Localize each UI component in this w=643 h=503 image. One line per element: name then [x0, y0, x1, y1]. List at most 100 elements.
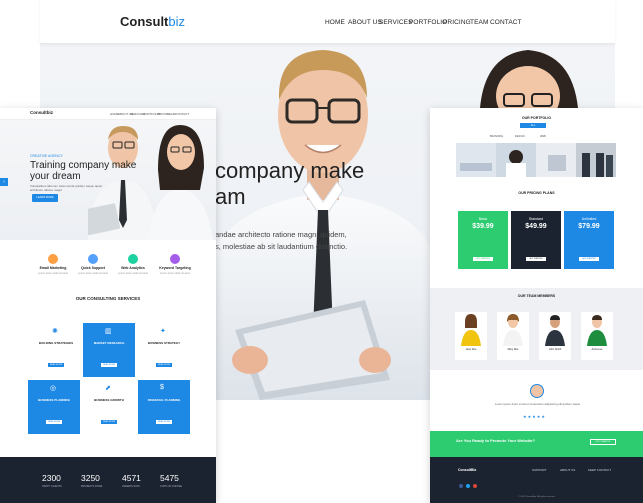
service-card: ⬈ BUSINESS GROWTH READ MORE — [83, 380, 135, 434]
hero-title-line-1: company make — [215, 158, 365, 183]
plan-name: Unlimited — [581, 217, 597, 221]
service-button[interactable]: READ MORE — [46, 420, 62, 424]
email-marketing-icon — [48, 254, 58, 264]
stat-label: PROJECTS DONE — [81, 485, 103, 488]
left-preview-logo: Consultbiz — [30, 110, 53, 115]
plan-price: $39.99 — [472, 223, 494, 230]
service-label: BUSINESS PLANNING — [38, 398, 70, 402]
stat-value: 2300 — [42, 473, 61, 483]
left-preview-prev-arrow[interactable]: ‹ — [0, 178, 8, 186]
left-title-line-1: Training company make — [30, 160, 137, 171]
stat-value: 5475 — [160, 473, 179, 483]
nav-pricing[interactable]: PRICING — [443, 19, 471, 26]
footer-col-about: ABOUT US — [560, 468, 576, 472]
footer-col-support: SUPPORT — [532, 468, 547, 472]
stat-label: HAPPY CLIENTS — [42, 485, 62, 488]
hero-subtitle-line-2: s, molestiae ab sit laudantium distincti… — [215, 242, 348, 251]
stat-label: AWARDS WON — [122, 485, 140, 488]
nav-contact[interactable]: CONTACT — [490, 19, 522, 26]
pricing-title: OUR PRICING PLANS — [518, 191, 555, 195]
portfolio-title: OUR PORTFOLIO — [521, 116, 552, 120]
service-card: ◎ BUSINESS PLANNING READ MORE — [28, 380, 80, 434]
portfolio-tab-design[interactable]: DESIGN — [515, 135, 525, 138]
stat-value: 3250 — [81, 473, 100, 483]
service-button[interactable]: READ MORE — [101, 420, 117, 424]
plan-price: $49.99 — [525, 223, 547, 230]
testimonial-avatar — [530, 384, 544, 398]
service-button[interactable]: READ MORE — [156, 420, 172, 424]
team-member-photo — [461, 314, 481, 346]
service-label: FINANCIAL PLANNING — [147, 398, 181, 402]
hero-title-line-2: am — [215, 184, 246, 209]
team-member-name: Mary Roe — [507, 348, 519, 351]
nav-portfolio[interactable]: PORTFOLIO — [409, 19, 447, 26]
left-preview-hero-button[interactable]: LEARN MORE — [32, 194, 58, 202]
logo-text: Consult — [120, 14, 169, 29]
nav-team[interactable]: TEAM — [470, 19, 488, 26]
portfolio-gallery — [456, 143, 616, 177]
service-card: ✦ BUSINESS STRATEGY READ MORE — [138, 323, 190, 377]
team-member-photo — [587, 315, 607, 346]
hero-person-image — [215, 50, 430, 400]
nav-about[interactable]: ABOUT US — [348, 19, 382, 26]
lightbulb-icon: ✺ — [52, 328, 58, 335]
plan-price: $79.99 — [578, 223, 600, 230]
team-card: Jane Doe — [455, 312, 487, 360]
money-icon: $ — [160, 384, 164, 391]
service-label: BUSINESS GROWTH — [94, 398, 124, 402]
hero-subtitle-line-1: andae architecto ratione magni quidem, — [215, 230, 347, 239]
plan-button[interactable]: GET STARTED — [579, 257, 599, 261]
google-plus-icon[interactable] — [473, 484, 477, 488]
pricing-card-unlimited: Unlimited $79.99 GET STARTED — [564, 211, 614, 269]
hero-title: company make am — [215, 158, 364, 210]
hero-woman-image — [480, 50, 578, 108]
team-card: John Smith — [539, 312, 571, 360]
team-member-photo — [503, 314, 523, 346]
team-card: Mary Roe — [497, 312, 529, 360]
plan-name: Standard — [528, 217, 544, 221]
plan-button[interactable]: GET STARTED — [473, 257, 493, 261]
service-card: ▥ MARKET RESEARCH READ MORE — [83, 323, 135, 377]
footer-col-contact: KEEP CONTACT — [588, 468, 612, 472]
service-button[interactable]: READ MORE — [156, 363, 172, 367]
web-analytics-icon — [128, 254, 138, 264]
quick-support-icon — [88, 254, 98, 264]
target-icon: ◎ — [50, 385, 57, 392]
cta-text: Are You Ready to Promote Your Website? — [456, 438, 535, 443]
portfolio-tab-web[interactable]: WEB — [540, 135, 546, 138]
twitter-icon[interactable] — [466, 484, 470, 488]
service-button[interactable]: READ MORE — [101, 363, 117, 367]
cta-button[interactable]: GET STARTED — [590, 439, 616, 445]
left-title-line-2: your dream — [30, 171, 81, 182]
feature-label: Keyword Targeting — [159, 266, 191, 270]
left-preview-hero-desc: Voluptatibus laborum assumenda quidem sa… — [30, 184, 103, 192]
plan-button[interactable]: GET STARTED — [526, 257, 546, 261]
services-section-title: OUR CONSULTING SERVICES — [75, 296, 141, 301]
service-card: $ FINANCIAL PLANNING READ MORE — [138, 380, 190, 434]
main-logo[interactable]: Consultbiz — [120, 14, 185, 29]
logo-accent: biz — [168, 14, 186, 29]
service-label: BUSINESS STRATEGY — [147, 341, 181, 345]
service-button[interactable]: READ MORE — [48, 363, 64, 367]
facebook-icon[interactable] — [459, 484, 463, 488]
testimonial-stars: ★★★★★ — [523, 414, 546, 419]
service-card: ✺ BUILDING STRATEGIES READ MORE — [30, 323, 82, 377]
nav-home[interactable]: HOME — [325, 19, 345, 26]
copyright-text: © 2018 Consultbiz. All rights reserved — [518, 496, 555, 498]
team-member-name: John Smith — [548, 348, 562, 351]
portfolio-tab-all[interactable]: ALL — [520, 123, 546, 128]
left-preview-hero-label: CREATIVE AGENCY — [30, 154, 63, 158]
plan-name: Basic — [478, 217, 488, 221]
left-preview-hero-title: Training company make your dream — [30, 160, 140, 182]
nav-services[interactable]: SERVICES — [379, 19, 413, 26]
pricing-card-basic: Basic $39.99 GET STARTED — [458, 211, 508, 269]
feature-desc: Lorem ipsum dolor sit amet — [159, 272, 191, 275]
team-member-name: Anna Lee — [591, 348, 603, 351]
service-label: MARKET RESEARCH — [93, 341, 125, 345]
stat-label: CUPS OF COFFEE — [160, 485, 182, 488]
left-nav-contact[interactable]: CONTACT — [175, 112, 189, 116]
portfolio-tab-branding[interactable]: BRANDING — [490, 135, 503, 138]
team-card: Anna Lee — [581, 312, 613, 360]
stat-value: 4571 — [122, 473, 141, 483]
keyword-targeting-icon — [170, 254, 180, 264]
